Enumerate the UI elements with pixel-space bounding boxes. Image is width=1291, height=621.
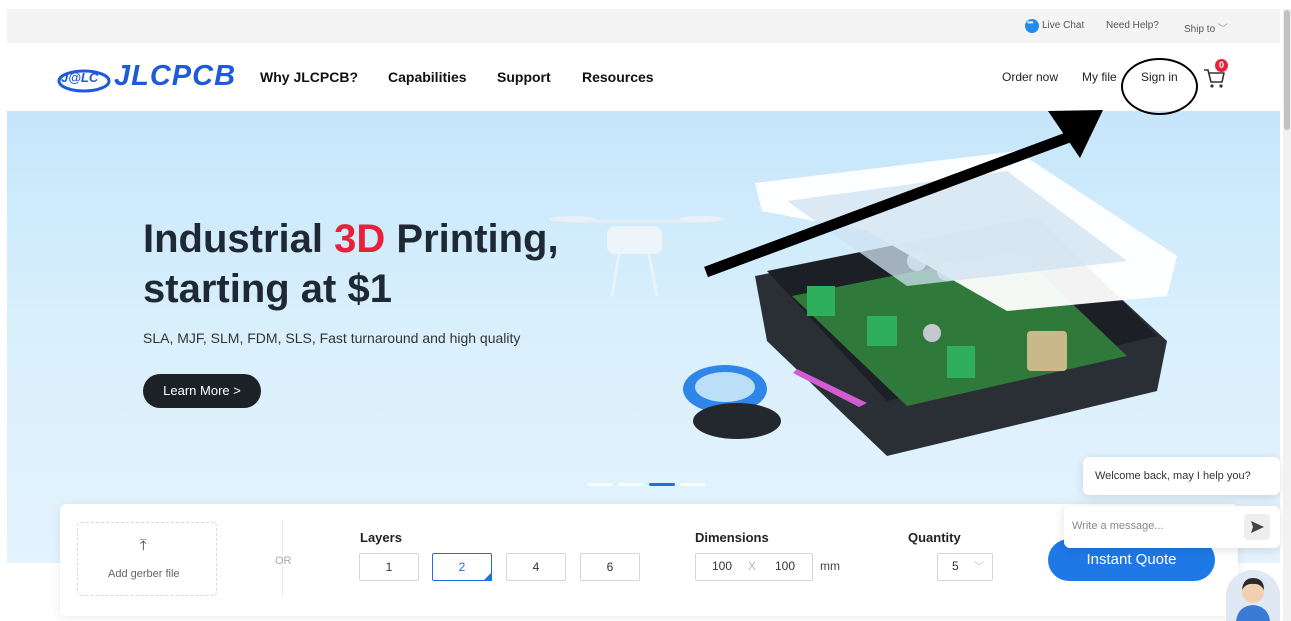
layer-option-2[interactable]: 2 <box>432 553 492 581</box>
support-agent-avatar[interactable] <box>1226 570 1280 621</box>
nav-why-jlcpcb[interactable]: Why JLCPCB? <box>260 69 358 85</box>
layer-option-6[interactable]: 6 <box>580 553 640 581</box>
live-chat-link[interactable]: Live Chat <box>1042 20 1084 31</box>
carousel-dot-3[interactable] <box>649 483 675 486</box>
chat-welcome-message: Welcome back, may I help you? <box>1083 457 1280 495</box>
send-button[interactable] <box>1244 514 1270 540</box>
chat-bubble-icon[interactable] <box>1025 18 1039 33</box>
dimension-separator: X <box>748 559 757 573</box>
quantity-value: 5 <box>952 559 959 573</box>
logo-wordmark[interactable]: JLCPCB <box>114 60 236 93</box>
carousel-dot-2[interactable] <box>618 483 644 486</box>
scrollbar-thumb[interactable] <box>1284 10 1290 130</box>
chat-message-input[interactable] <box>1072 513 1232 539</box>
dimension-height-input[interactable]: 100 <box>775 559 795 573</box>
hero-title-line2: starting at $1 <box>143 267 392 311</box>
send-icon <box>1251 521 1264 533</box>
nav-capabilities[interactable]: Capabilities <box>388 69 467 85</box>
dimension-unit: mm <box>820 559 840 573</box>
gerber-upload-dropzone[interactable] <box>77 522 217 596</box>
carousel-dot-1[interactable] <box>587 483 613 486</box>
or-label: OR <box>275 555 292 567</box>
hero-subtitle: SLA, MJF, SLM, FDM, SLS, Fast turnaround… <box>143 330 521 346</box>
logo-mark-text: J@LC <box>61 70 99 85</box>
dimensions-label: Dimensions <box>695 530 769 545</box>
chevron-down-icon: ﹀ <box>974 562 984 573</box>
quantity-select[interactable] <box>937 553 993 581</box>
cart-count-badge: 0 <box>1215 59 1228 72</box>
dimension-width-input[interactable]: 100 <box>712 559 732 573</box>
quantity-label: Quantity <box>908 530 961 545</box>
sign-in-highlight-circle <box>1121 58 1198 115</box>
hero-title-pre: Industrial <box>143 217 335 261</box>
nav-support[interactable]: Support <box>497 69 551 85</box>
hero-title: Industrial 3D Printing, starting at $1 <box>143 214 559 314</box>
layers-label: Layers <box>360 530 402 545</box>
order-now-link[interactable]: Order now <box>1002 70 1058 84</box>
layer-option-1[interactable]: 1 <box>359 553 419 581</box>
hero-title-accent: 3D <box>334 217 386 261</box>
utility-bar <box>7 9 1280 43</box>
layer-option-4[interactable]: 4 <box>506 553 566 581</box>
upload-label: Add gerber file <box>108 568 180 580</box>
hero-title-post: Printing, <box>385 217 559 261</box>
need-help-link[interactable]: Need Help? <box>1106 20 1159 31</box>
my-file-link[interactable]: My file <box>1082 70 1117 84</box>
ship-to-dropdown[interactable]: Ship to ﹀ <box>1184 20 1228 35</box>
chevron-down-icon: ﹀ <box>1217 24 1228 35</box>
upload-icon: ⤒ <box>140 537 147 554</box>
carousel-dot-4[interactable] <box>680 483 706 486</box>
nav-resources[interactable]: Resources <box>582 69 654 85</box>
ship-to-label: Ship to <box>1184 24 1216 35</box>
jlc-logo-mark[interactable]: J@LC <box>57 65 111 93</box>
avatar-icon <box>1236 578 1270 621</box>
page: Live Chat Need Help? Ship to ﹀ J@LC JLCP… <box>0 0 1291 621</box>
learn-more-button[interactable]: Learn More > <box>143 374 261 408</box>
